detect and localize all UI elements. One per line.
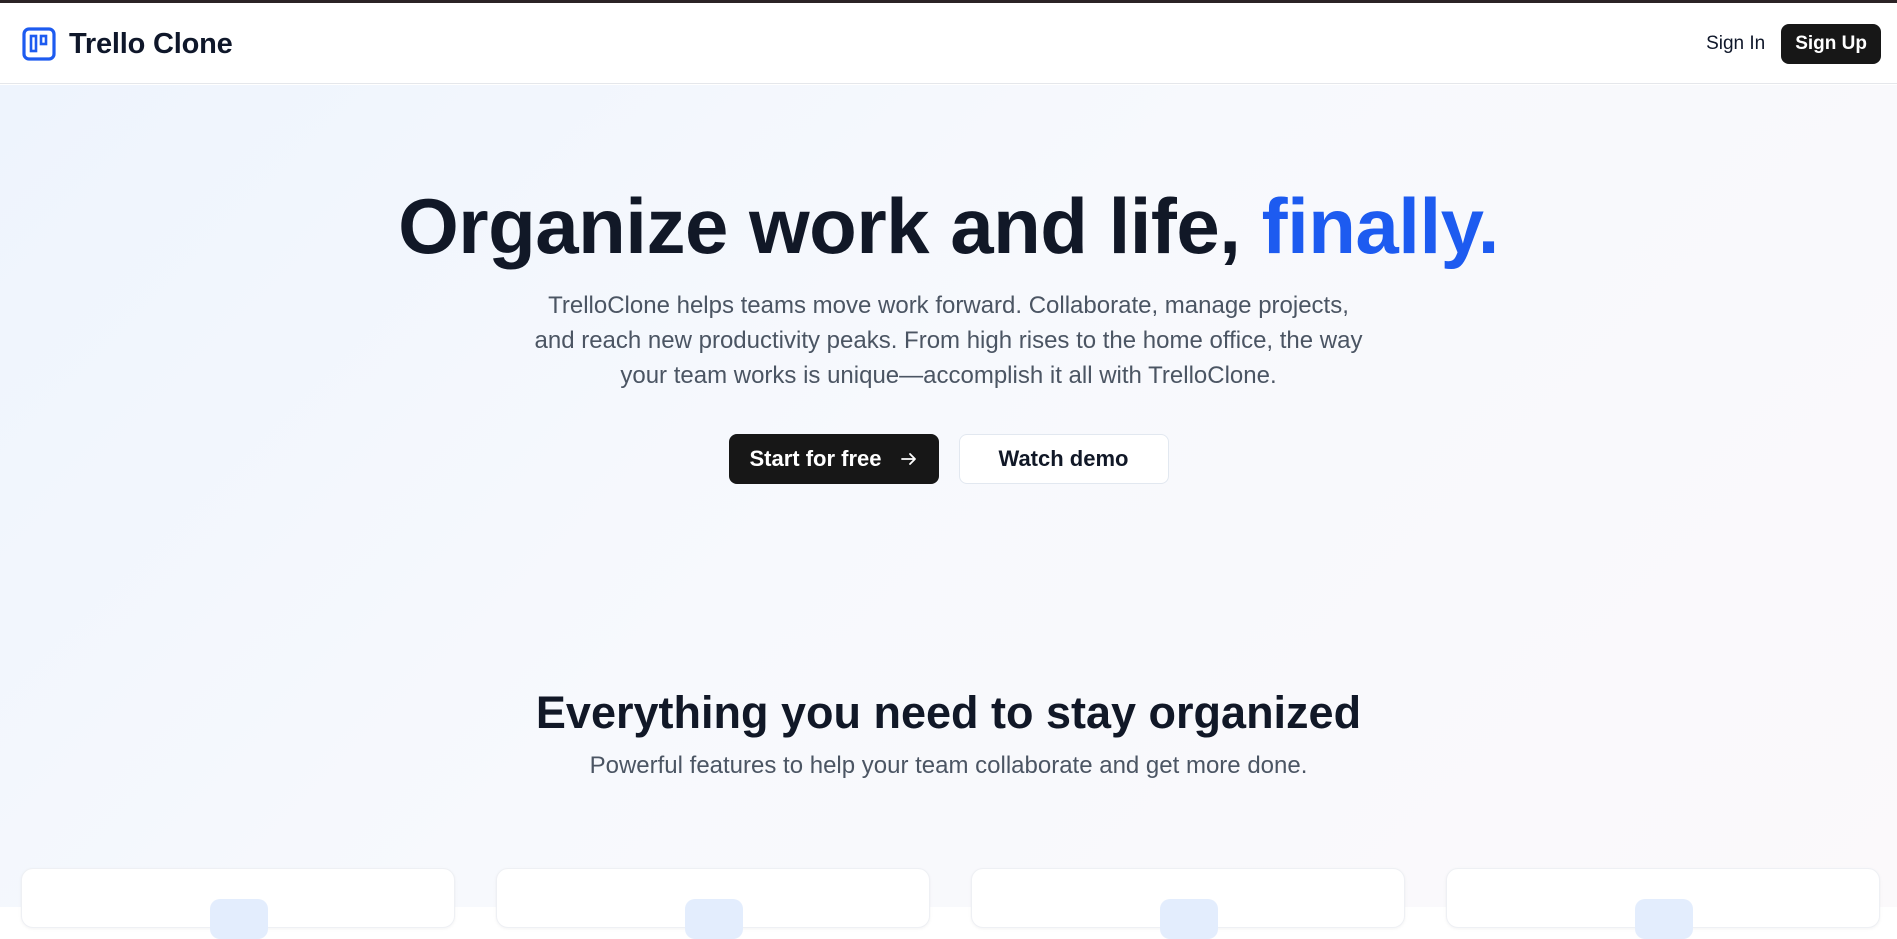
features-subtitle: Powerful features to help your team coll… [589,752,1308,779]
feature-card [971,868,1405,939]
feature-icon [210,899,268,939]
hero-subtitle: TrelloClone helps teams move work forwar… [534,292,1363,389]
kanban-board-icon [22,27,56,61]
feature-icon [685,899,743,939]
feature-icon [1160,899,1218,939]
hero-section: Organize work and life, finally. TrelloC… [0,180,1897,484]
start-for-free-label: Start for free [749,446,882,471]
feature-card [21,868,455,939]
hero-actions: Start for free Watch demo [0,434,1897,484]
sign-up-button[interactable]: Sign Up [1781,24,1881,64]
arrow-right-icon [900,453,916,465]
hero-title-main: Organize work and life, [398,182,1262,270]
hero-title-accent: finally. [1261,182,1500,270]
feature-card [496,868,930,939]
feature-icon [1635,899,1693,939]
sign-in-button[interactable]: Sign In [1704,25,1767,63]
start-for-free-button[interactable]: Start for free [728,434,939,484]
watch-demo-label: Watch demo [998,446,1129,471]
top-navbar: Trello Clone Sign In Sign Up [0,3,1897,84]
auth-actions: Sign In Sign Up [1704,24,1881,64]
hero-title: Organize work and life, finally. [0,180,1897,272]
brand-name: Trello Clone [69,27,233,60]
watch-demo-button[interactable]: Watch demo [958,434,1169,484]
features-title: Everything you need to stay organized [535,687,1362,738]
feature-card [1446,868,1880,939]
feature-cards [21,868,1881,939]
features-section: Everything you need to stay organized Po… [0,686,1897,780]
brand-logo[interactable]: Trello Clone [22,27,233,61]
